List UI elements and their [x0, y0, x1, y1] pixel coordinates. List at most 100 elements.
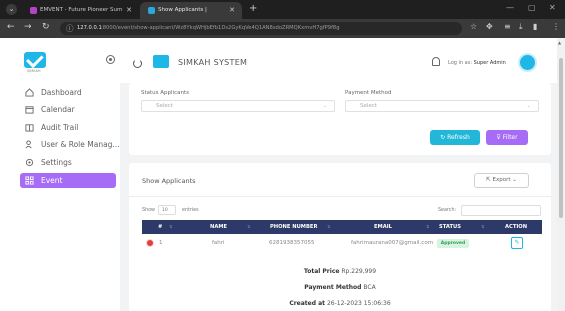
table-row[interactable]: 1 fahri 6281938357055 fahrimaurana007@gm…	[142, 235, 542, 251]
edit-action-button[interactable]: ✎	[511, 237, 523, 249]
status-filter-select[interactable]: Select ⌄	[141, 100, 335, 112]
login-info: Log in as: Super Admin	[448, 60, 506, 66]
tab-title: EMVENT - Future Pioneer Sum	[40, 7, 123, 13]
status-badge: Approved	[437, 239, 469, 248]
column-header-email[interactable]: EMAIL	[374, 220, 392, 234]
created-at-detail: Created at 26-12-2023 15:06:36	[129, 300, 551, 307]
page-scrollbar[interactable]: ▲	[557, 38, 565, 311]
created-at-value: 26-12-2023 15:06:36	[326, 300, 391, 307]
sidebar-item-user-role[interactable]: User & Role Manag...	[20, 137, 120, 152]
sidebar-item-calendar[interactable]: Calendar	[20, 102, 116, 117]
url-host: 127.0.0.1	[77, 25, 102, 31]
filter-button-label: Filter	[502, 134, 518, 141]
refresh-icon[interactable]	[133, 59, 142, 68]
refresh-button[interactable]: ↻ Refresh	[430, 130, 480, 145]
row-number: 1	[159, 240, 163, 246]
payment-filter-value: Select	[360, 103, 377, 109]
gear-icon	[25, 158, 34, 167]
sidebar-item-dashboard[interactable]: Dashboard	[20, 85, 116, 100]
sort-icon[interactable]: ⇅	[169, 220, 172, 234]
users-icon	[25, 140, 32, 149]
logo-caption: SIMKAH	[27, 69, 41, 73]
payment-filter-select[interactable]: Select ⌄	[345, 100, 539, 112]
window-close-icon[interactable]: ✕	[549, 3, 556, 12]
column-header-number[interactable]: #	[158, 220, 162, 234]
profile-icon[interactable]: ▮	[533, 22, 537, 31]
chevron-down-icon: ⌄	[512, 177, 517, 183]
column-header-name[interactable]: NAME	[210, 220, 227, 234]
new-tab-icon[interactable]: +	[249, 3, 257, 14]
filter-button[interactable]: ⊽ Filter	[486, 130, 528, 145]
sort-icon[interactable]: ⇅	[426, 220, 429, 234]
chevron-down-icon: ⌄	[322, 103, 327, 109]
tab-search-icon[interactable]: ⌄	[6, 4, 17, 15]
bookmark-star-icon[interactable]: ☆	[470, 22, 477, 31]
filter-card: Status Applicants Select ⌄ Payment Metho…	[129, 83, 551, 155]
total-price-value: Rp.229,999	[341, 268, 377, 275]
expand-row-icon[interactable]	[146, 239, 154, 247]
scrollbar-thumb[interactable]	[559, 58, 563, 218]
row-email: fahrimaurana007@gmail.com	[351, 240, 434, 246]
main-content: Status Applicants Select ⌄ Payment Metho…	[120, 83, 557, 311]
app-logo[interactable]	[24, 52, 46, 68]
applicants-card: Show Applicants ⇱ Export ⌄ Show 10 entri…	[129, 163, 551, 311]
maximize-icon[interactable]: ▢	[528, 3, 536, 12]
card-title: Show Applicants	[142, 177, 196, 185]
sidebar-item-label: Calendar	[41, 105, 75, 114]
sidebar-item-event[interactable]: Event	[20, 173, 116, 188]
close-icon[interactable]: ✕	[126, 2, 132, 19]
status-filter-label: Status Applicants	[141, 90, 189, 96]
sidebar-item-audit-trail[interactable]: Audit Trail	[20, 120, 116, 135]
book-icon	[25, 124, 34, 132]
column-header-status[interactable]: STATUS	[439, 220, 461, 234]
sidebar-item-settings[interactable]: Settings	[20, 155, 116, 170]
download-icon[interactable]: ⤓	[519, 22, 523, 32]
entries-label: entries	[182, 208, 199, 213]
payment-method-detail: Payment Method BCA	[129, 284, 551, 291]
sidebar-item-label: Audit Trail	[41, 123, 79, 132]
tab-title: Show Applicants |	[158, 7, 207, 13]
total-price-detail: Total Price Rp.229,999	[129, 268, 551, 275]
payment-filter-label: Payment Method	[345, 90, 392, 96]
minimize-icon[interactable]: —	[506, 3, 514, 12]
address-bar[interactable]: ⓘ 127.0.0.1 :8000/event/show-applicant/W…	[60, 22, 462, 35]
export-button[interactable]: ⇱ Export ⌄	[474, 173, 529, 188]
sort-icon[interactable]: ⇅	[481, 220, 484, 234]
tab-emvent[interactable]: EMVENT - Future Pioneer Sum ✕	[22, 2, 139, 19]
refresh-icon: ↻	[440, 134, 446, 141]
bell-icon[interactable]	[432, 57, 440, 66]
sidebar-item-label: User & Role Manag...	[41, 140, 120, 149]
avatar[interactable]	[518, 53, 537, 72]
row-phone: 6281938357055	[269, 240, 315, 246]
extensions-icon[interactable]: ✥	[486, 22, 493, 31]
tab-show-applicants[interactable]: Show Applicants | ✕	[140, 2, 242, 19]
browser-tab-bar: ⌄ EMVENT - Future Pioneer Sum ✕ Show App…	[0, 0, 565, 19]
column-header-phone[interactable]: PHONE NUMBER	[270, 220, 317, 234]
scroll-up-icon[interactable]: ▲	[558, 40, 561, 45]
sidebar-toggle-icon[interactable]	[106, 55, 115, 64]
reading-list-icon[interactable]: ≡	[504, 22, 511, 31]
show-label: Show	[142, 208, 155, 213]
app-root: SIMKAH Dashboard Calendar Audit Trail Us…	[0, 38, 557, 311]
login-prefix: Log in as:	[448, 60, 473, 66]
reload-icon[interactable]: ↻	[42, 22, 50, 32]
site-info-icon[interactable]: ⓘ	[66, 23, 74, 34]
header-title: SIMKAH SYSTEM	[178, 58, 248, 67]
top-header: SIMKAH SYSTEM Log in as: Super Admin	[120, 38, 557, 83]
forward-icon[interactable]: →	[24, 22, 32, 32]
sidebar: SIMKAH Dashboard Calendar Audit Trail Us…	[0, 38, 120, 311]
menu-icon[interactable]: ⋮	[552, 22, 560, 31]
search-label: Search:	[438, 208, 457, 213]
entries-select[interactable]: 10	[158, 205, 176, 215]
search-input[interactable]	[461, 205, 541, 216]
sort-icon[interactable]: ⇅	[327, 220, 330, 234]
sidebar-item-label: Dashboard	[41, 88, 82, 97]
total-price-label: Total Price	[303, 268, 340, 275]
browser-toolbar: ← → ↻ ⓘ 127.0.0.1 :8000/event/show-appli…	[0, 19, 565, 38]
sort-icon[interactable]: ⇅	[247, 220, 250, 234]
close-icon[interactable]: ✕	[229, 2, 235, 19]
back-icon[interactable]: ←	[7, 22, 15, 32]
header-logo	[153, 55, 169, 68]
calendar-icon	[25, 106, 34, 114]
filter-icon: ⊽	[496, 134, 501, 141]
